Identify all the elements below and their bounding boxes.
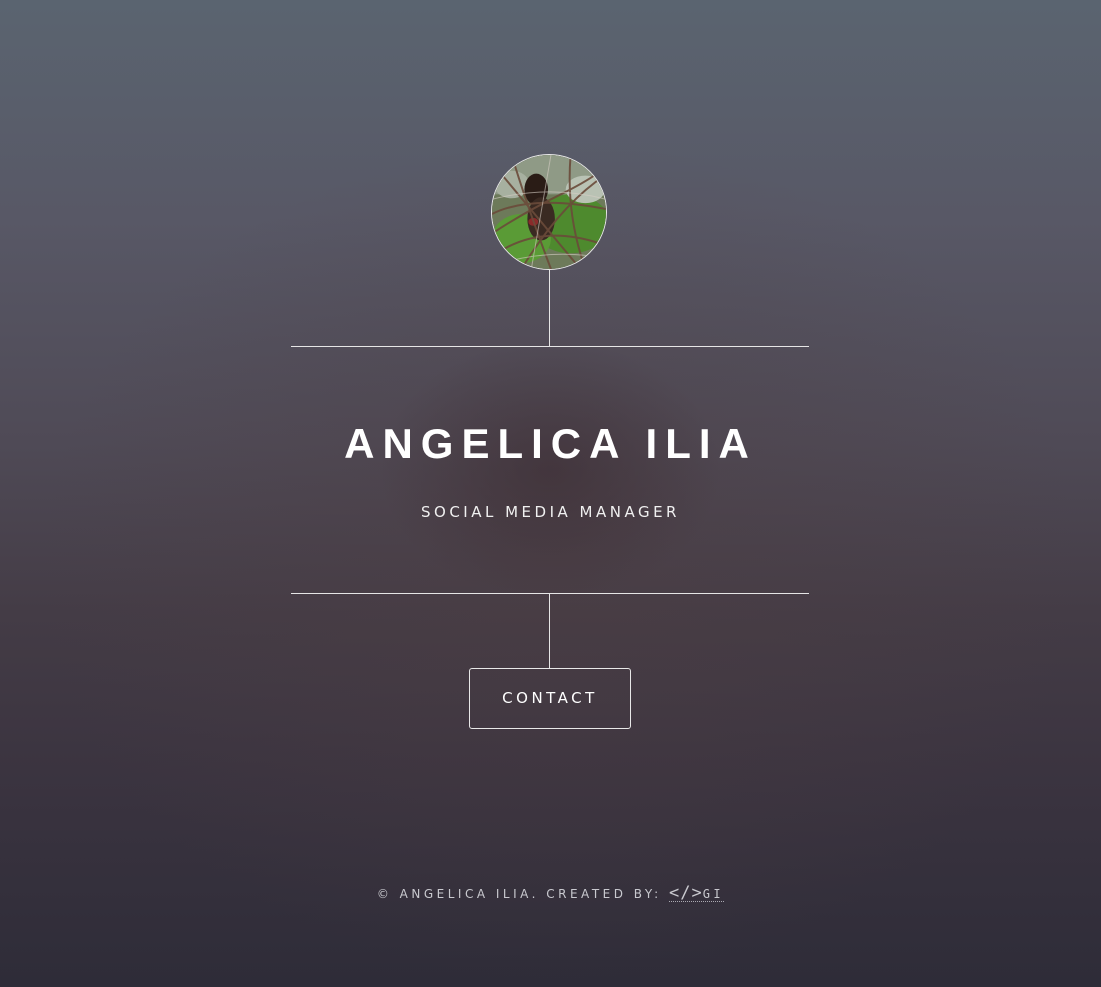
creator-link[interactable]: </>GI <box>668 884 725 902</box>
contact-button[interactable]: CONTACT <box>469 668 631 729</box>
avatar <box>491 154 607 270</box>
divider-bottom <box>291 593 809 594</box>
divider-top <box>291 346 809 347</box>
copyright-text: © ANGELICA ILIA. CREATED BY: <box>376 887 662 901</box>
connector-top <box>549 270 550 346</box>
page-title: ANGELICA ILIA <box>344 420 757 467</box>
connector-bottom <box>549 594 550 668</box>
footer: © ANGELICA ILIA. CREATED BY: </>GI <box>0 884 1101 903</box>
avatar-photo <box>492 155 606 269</box>
page: ANGELICA ILIA SOCIAL MEDIA MANAGER CONTA… <box>0 0 1101 987</box>
job-title: SOCIAL MEDIA MANAGER <box>421 503 680 521</box>
creator-initials: GI <box>702 887 725 901</box>
code-icon: </> <box>668 883 703 903</box>
